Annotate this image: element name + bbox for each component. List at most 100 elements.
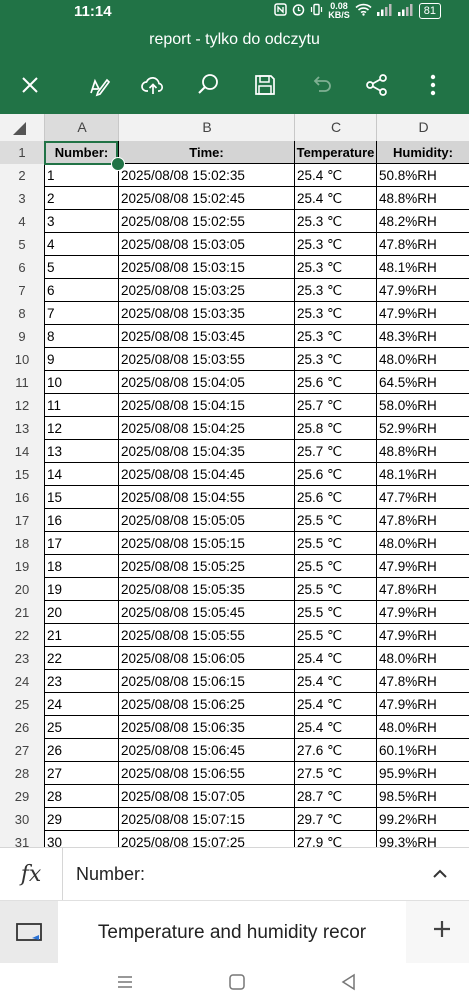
home-button[interactable] bbox=[225, 971, 249, 993]
table-cell[interactable]: 48.0%RH bbox=[376, 716, 469, 739]
table-cell[interactable]: 2025/08/08 15:03:55 bbox=[118, 348, 294, 371]
header-cell[interactable]: Temperature bbox=[294, 141, 376, 164]
select-all-corner[interactable] bbox=[0, 114, 44, 141]
table-cell[interactable]: 48.1%RH bbox=[376, 463, 469, 486]
header-cell[interactable]: Time: bbox=[118, 141, 294, 164]
table-cell[interactable]: 25.5 ℃ bbox=[294, 509, 376, 532]
row-number[interactable]: 15 bbox=[0, 463, 44, 487]
table-cell[interactable]: 9 bbox=[44, 348, 118, 371]
table-cell[interactable]: 48.0%RH bbox=[376, 348, 469, 371]
table-cell[interactable]: 25.3 ℃ bbox=[294, 325, 376, 348]
table-cell[interactable]: 48.8%RH bbox=[376, 187, 469, 210]
table-cell[interactable]: 47.9%RH bbox=[376, 624, 469, 647]
table-cell[interactable]: 25.5 ℃ bbox=[294, 578, 376, 601]
row-number[interactable]: 26 bbox=[0, 716, 44, 740]
column-header-c[interactable]: C bbox=[294, 114, 377, 141]
table-cell[interactable]: 95.9%RH bbox=[376, 762, 469, 785]
table-cell[interactable]: 28.7 ℃ bbox=[294, 785, 376, 808]
table-cell[interactable]: 2025/08/08 15:05:35 bbox=[118, 578, 294, 601]
table-cell[interactable]: 2025/08/08 15:07:25 bbox=[118, 831, 294, 847]
table-cell[interactable]: 2025/08/08 15:06:35 bbox=[118, 716, 294, 739]
recent-apps-button[interactable] bbox=[113, 971, 137, 993]
table-cell[interactable]: 60.1%RH bbox=[376, 739, 469, 762]
table-cell[interactable]: 27 bbox=[44, 762, 118, 785]
table-cell[interactable]: 48.8%RH bbox=[376, 440, 469, 463]
table-cell[interactable]: 47.9%RH bbox=[376, 555, 469, 578]
table-cell[interactable]: 2025/08/08 15:05:15 bbox=[118, 532, 294, 555]
table-cell[interactable]: 25.3 ℃ bbox=[294, 279, 376, 302]
sheet-tab[interactable]: Temperature and humidity recor bbox=[58, 901, 406, 964]
table-cell[interactable]: 8 bbox=[44, 325, 118, 348]
row-number[interactable]: 24 bbox=[0, 670, 44, 694]
table-cell[interactable]: 24 bbox=[44, 693, 118, 716]
row-number[interactable]: 22 bbox=[0, 624, 44, 648]
row-number[interactable]: 30 bbox=[0, 808, 44, 832]
table-cell[interactable]: 2025/08/08 15:05:25 bbox=[118, 555, 294, 578]
table-cell[interactable]: 25.5 ℃ bbox=[294, 532, 376, 555]
row-number[interactable]: 2 bbox=[0, 164, 44, 188]
table-cell[interactable]: 2025/08/08 15:06:25 bbox=[118, 693, 294, 716]
table-cell[interactable]: 2025/08/08 15:07:15 bbox=[118, 808, 294, 831]
table-cell[interactable]: 2025/08/08 15:03:45 bbox=[118, 325, 294, 348]
table-cell[interactable]: 28 bbox=[44, 785, 118, 808]
table-cell[interactable]: 47.9%RH bbox=[376, 693, 469, 716]
table-cell[interactable]: 25 bbox=[44, 716, 118, 739]
chevron-up-icon[interactable] bbox=[429, 863, 451, 885]
row-number[interactable]: 13 bbox=[0, 417, 44, 441]
row-number[interactable]: 1 bbox=[0, 141, 44, 165]
save-button[interactable] bbox=[247, 67, 283, 103]
row-number[interactable]: 28 bbox=[0, 762, 44, 786]
row-number[interactable]: 3 bbox=[0, 187, 44, 211]
table-cell[interactable]: 19 bbox=[44, 578, 118, 601]
row-number[interactable]: 17 bbox=[0, 509, 44, 533]
table-cell[interactable]: 47.9%RH bbox=[376, 279, 469, 302]
edit-button[interactable] bbox=[81, 67, 117, 103]
table-cell[interactable]: 25.7 ℃ bbox=[294, 394, 376, 417]
table-cell[interactable]: 2025/08/08 15:07:05 bbox=[118, 785, 294, 808]
table-cell[interactable]: 2025/08/08 15:03:35 bbox=[118, 302, 294, 325]
table-cell[interactable]: 2025/08/08 15:05:05 bbox=[118, 509, 294, 532]
table-cell[interactable]: 10 bbox=[44, 371, 118, 394]
table-cell[interactable]: 2025/08/08 15:05:45 bbox=[118, 601, 294, 624]
table-cell[interactable]: 52.9%RH bbox=[376, 417, 469, 440]
table-cell[interactable]: 2025/08/08 15:03:15 bbox=[118, 256, 294, 279]
table-cell[interactable]: 58.0%RH bbox=[376, 394, 469, 417]
table-cell[interactable]: 2025/08/08 15:04:05 bbox=[118, 371, 294, 394]
table-cell[interactable]: 98.5%RH bbox=[376, 785, 469, 808]
row-number[interactable]: 27 bbox=[0, 739, 44, 763]
column-header-b[interactable]: B bbox=[118, 114, 295, 141]
table-cell[interactable]: 25.7 ℃ bbox=[294, 440, 376, 463]
upload-button[interactable] bbox=[135, 67, 171, 103]
table-cell[interactable]: 2025/08/08 15:02:35 bbox=[118, 164, 294, 187]
table-cell[interactable]: 25.6 ℃ bbox=[294, 463, 376, 486]
table-cell[interactable]: 25.3 ℃ bbox=[294, 348, 376, 371]
row-number[interactable]: 29 bbox=[0, 785, 44, 809]
share-button[interactable] bbox=[359, 67, 395, 103]
table-cell[interactable]: 47.7%RH bbox=[376, 486, 469, 509]
table-cell[interactable]: 99.2%RH bbox=[376, 808, 469, 831]
table-cell[interactable]: 25.6 ℃ bbox=[294, 371, 376, 394]
row-number[interactable]: 19 bbox=[0, 555, 44, 579]
row-number[interactable]: 16 bbox=[0, 486, 44, 510]
table-cell[interactable]: 2025/08/08 15:03:05 bbox=[118, 233, 294, 256]
table-cell[interactable]: 29 bbox=[44, 808, 118, 831]
table-cell[interactable]: 25.4 ℃ bbox=[294, 716, 376, 739]
table-cell[interactable]: 3 bbox=[44, 210, 118, 233]
row-number[interactable]: 18 bbox=[0, 532, 44, 556]
table-cell[interactable]: 47.8%RH bbox=[376, 233, 469, 256]
table-cell[interactable]: 2025/08/08 15:06:55 bbox=[118, 762, 294, 785]
table-cell[interactable]: 27.9 ℃ bbox=[294, 831, 376, 847]
table-cell[interactable]: 25.6 ℃ bbox=[294, 486, 376, 509]
row-number[interactable]: 6 bbox=[0, 256, 44, 280]
table-cell[interactable]: 4 bbox=[44, 233, 118, 256]
table-cell[interactable]: 25.4 ℃ bbox=[294, 693, 376, 716]
table-cell[interactable]: 2025/08/08 15:05:55 bbox=[118, 624, 294, 647]
table-cell[interactable]: 25.4 ℃ bbox=[294, 647, 376, 670]
table-cell[interactable]: 6 bbox=[44, 279, 118, 302]
table-cell[interactable]: 2025/08/08 15:02:45 bbox=[118, 187, 294, 210]
table-cell[interactable]: 21 bbox=[44, 624, 118, 647]
table-cell[interactable]: 25.3 ℃ bbox=[294, 210, 376, 233]
table-cell[interactable]: 22 bbox=[44, 647, 118, 670]
selection-handle[interactable] bbox=[111, 157, 125, 171]
table-cell[interactable]: 5 bbox=[44, 256, 118, 279]
